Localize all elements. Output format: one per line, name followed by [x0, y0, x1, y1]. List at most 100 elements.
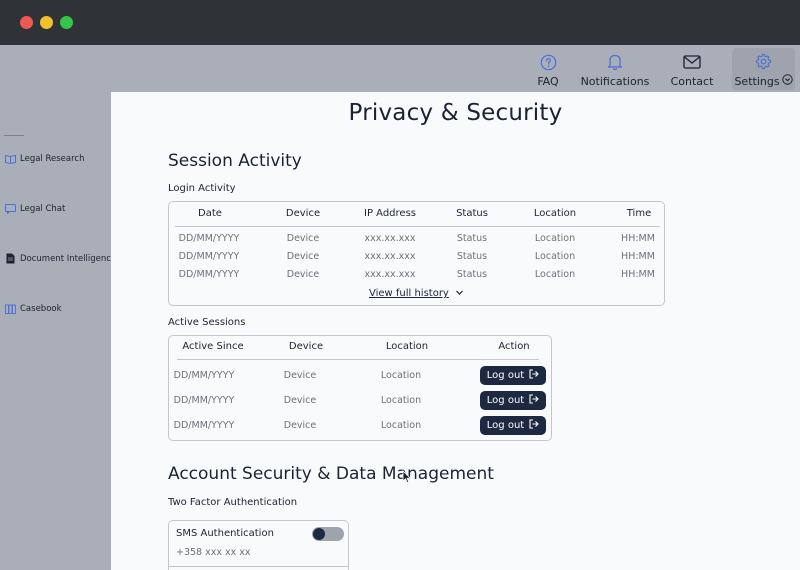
- table-cell: Status: [456, 233, 488, 244]
- sms-auth-label: SMS Authentication: [176, 528, 274, 539]
- active-sessions-table: Active Since Device Location Action DD/M…: [168, 335, 552, 441]
- column-header: Active Since: [182, 341, 244, 352]
- table-cell: Location: [534, 233, 576, 244]
- table-cell: DD/MM/YYYY: [178, 269, 240, 280]
- table-cell: Location: [380, 420, 422, 431]
- table-row: DD/MM/YYYY Device xxx.xx.xxx Status Loca…: [169, 269, 664, 287]
- table-cell: Device: [283, 395, 317, 406]
- sidebar-item-label: Legal Research: [20, 153, 85, 164]
- table-header-row: Date Device IP Address Status Location T…: [169, 208, 664, 226]
- bell-icon: [607, 52, 623, 72]
- sidebar-item-casebook[interactable]: Casebook: [5, 303, 62, 314]
- logout-icon: [529, 394, 539, 407]
- help-icon: [540, 52, 557, 72]
- login-activity-table: Date Device IP Address Status Location T…: [168, 201, 665, 306]
- header-divider: [177, 359, 539, 360]
- nav-notifications[interactable]: Notifications: [580, 49, 650, 89]
- sms-auth-toggle[interactable]: [312, 527, 344, 541]
- maximize-window-button[interactable]: [60, 16, 73, 29]
- sidebar-item-label: Document Intelligence: [20, 253, 117, 264]
- chevron-down-icon: [452, 288, 464, 299]
- nav-faq-label: FAQ: [537, 75, 559, 88]
- sidebar-item-label: Casebook: [20, 303, 62, 314]
- table-cell: DD/MM/YYYY: [178, 251, 240, 262]
- column-header: Location: [533, 208, 577, 219]
- header-divider: [175, 226, 660, 227]
- table-cell: xxx.xx.xxx: [364, 251, 416, 262]
- table-cell: HH:MM: [621, 233, 655, 244]
- session-activity-heading: Session Activity: [168, 151, 302, 171]
- two-factor-card: SMS Authentication +358 xxx xx xx: [168, 520, 349, 570]
- column-header: Location: [385, 341, 429, 352]
- logout-button[interactable]: Log out: [480, 416, 546, 435]
- window-titlebar: [0, 0, 800, 45]
- gear-icon: [755, 51, 772, 71]
- table-cell: Status: [456, 269, 488, 280]
- logout-icon: [529, 369, 539, 382]
- sidebar-item-label: Legal Chat: [20, 203, 66, 214]
- table-cell: xxx.xx.xxx: [364, 233, 416, 244]
- table-cell: Device: [283, 420, 317, 431]
- sidebar: Legal Research Legal Chat Document Intel…: [0, 92, 116, 570]
- account-security-heading: Account Security & Data Management: [168, 464, 494, 484]
- mail-icon: [683, 52, 701, 72]
- table-cell: HH:MM: [621, 269, 655, 280]
- logout-icon: [529, 419, 539, 432]
- column-header: Status: [456, 208, 488, 219]
- table-cell: Device: [286, 233, 320, 244]
- login-activity-label: Login Activity: [168, 183, 236, 194]
- table-cell: HH:MM: [621, 251, 655, 262]
- column-header: Date: [198, 208, 222, 219]
- table-cell: Device: [286, 269, 320, 280]
- logout-label: Log out: [486, 370, 525, 381]
- nav-contact-label: Contact: [670, 75, 714, 88]
- main-content: Privacy & Security Session Activity Logi…: [111, 92, 800, 570]
- table-cell: DD/MM/YYYY: [173, 395, 235, 406]
- table-cell: Location: [534, 269, 576, 280]
- mouse-cursor-icon: [402, 469, 412, 488]
- library-icon: [5, 303, 16, 314]
- toggle-knob: [313, 528, 325, 540]
- close-window-button[interactable]: [20, 16, 33, 29]
- table-cell: Location: [380, 395, 422, 406]
- top-navigation: FAQ Notifications Contact Settings: [0, 45, 800, 92]
- table-cell: Location: [380, 370, 422, 381]
- view-full-history-link[interactable]: View full history: [169, 288, 664, 299]
- card-divider: [169, 566, 348, 567]
- column-header: Action: [498, 341, 530, 352]
- nav-settings-label: Settings: [734, 74, 780, 88]
- nav-settings[interactable]: Settings: [732, 48, 795, 90]
- logout-label: Log out: [486, 395, 525, 406]
- table-row: DD/MM/YYYY Device xxx.xx.xxx Status Loca…: [169, 251, 664, 269]
- table-cell: Device: [286, 251, 320, 262]
- sidebar-item-legal-chat[interactable]: Legal Chat: [5, 203, 65, 214]
- table-header-row: Active Since Device Location Action: [169, 341, 551, 359]
- table-cell: Status: [456, 251, 488, 262]
- book-icon: [5, 153, 16, 164]
- column-header: Device: [285, 208, 321, 219]
- nav-settings-label-wrap: Settings: [734, 74, 793, 88]
- table-row: DD/MM/YYYY Device xxx.xx.xxx Status Loca…: [169, 233, 664, 251]
- column-header: IP Address: [364, 208, 416, 219]
- table-cell: Location: [534, 251, 576, 262]
- chevron-down-circle-icon: [781, 74, 793, 88]
- logout-button[interactable]: Log out: [480, 391, 546, 410]
- nav-contact[interactable]: Contact: [664, 49, 720, 89]
- column-header: Time: [626, 208, 652, 219]
- sidebar-item-document-intelligence[interactable]: Document Intelligence: [5, 253, 116, 264]
- nav-notifications-label: Notifications: [580, 75, 650, 88]
- table-cell: DD/MM/YYYY: [178, 233, 240, 244]
- logout-button[interactable]: Log out: [480, 366, 546, 385]
- column-header: Device: [288, 341, 324, 352]
- nav-faq[interactable]: FAQ: [526, 49, 570, 89]
- two-factor-label: Two Factor Authentication: [168, 497, 298, 508]
- chat-icon: [5, 203, 16, 214]
- active-sessions-label: Active Sessions: [168, 317, 246, 328]
- view-full-history-label: View full history: [368, 288, 449, 299]
- table-cell: Device: [283, 370, 317, 381]
- table-cell: DD/MM/YYYY: [173, 420, 235, 431]
- sidebar-item-legal-research[interactable]: Legal Research: [5, 153, 84, 164]
- table-cell: xxx.xx.xxx: [364, 269, 416, 280]
- minimize-window-button[interactable]: [40, 16, 53, 29]
- table-cell: DD/MM/YYYY: [173, 370, 235, 381]
